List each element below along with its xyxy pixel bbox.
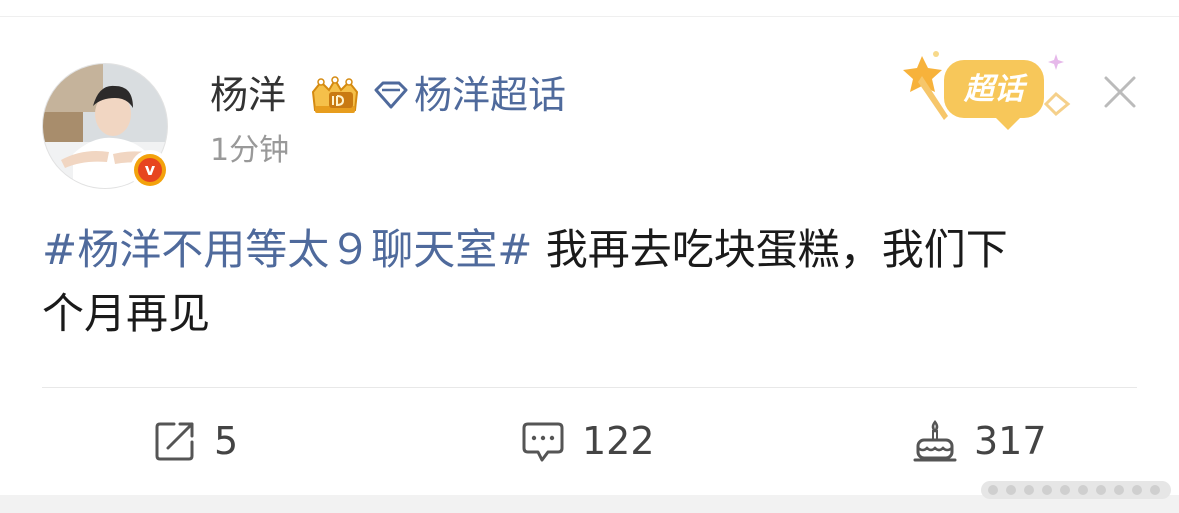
post-body: #杨洋不用等太９聊天室# 我再去吃块蛋糕，我们下 个月再见 (42, 218, 1142, 346)
diamond-icon (374, 81, 408, 109)
post-text-line-2: 个月再见 (42, 289, 211, 338)
comment-count: 122 (582, 419, 655, 463)
verified-badge-icon: v (130, 150, 170, 190)
comment-button[interactable]: 122 (520, 414, 655, 468)
share-button[interactable]: 5 (152, 414, 238, 468)
action-divider (42, 387, 1137, 388)
like-button[interactable]: 317 (912, 414, 1047, 468)
repost-count: 5 (214, 419, 239, 463)
like-count: 317 (974, 419, 1047, 463)
post-timestamp: 1分钟 (210, 133, 290, 168)
post-text-line-1: 我再去吃块蛋糕，我们下 (532, 225, 1008, 274)
share-icon (155, 422, 194, 461)
supertopic-link-text: 杨洋超话 (414, 73, 567, 117)
username[interactable]: 杨洋 (210, 72, 286, 118)
vip-crown-icon[interactable] (307, 76, 363, 116)
close-icon[interactable] (1100, 72, 1140, 112)
supertopic-badge[interactable]: 超话 (900, 46, 1080, 142)
watermark-dots (981, 481, 1171, 499)
supertopic-badge-label: 超话 (964, 72, 1024, 107)
comment-icon (522, 422, 564, 462)
supertopic-link[interactable]: 杨洋超话 (372, 72, 566, 118)
hashtag-link[interactable]: #杨洋不用等太９聊天室# (42, 225, 532, 274)
cake-like-icon (913, 419, 957, 462)
